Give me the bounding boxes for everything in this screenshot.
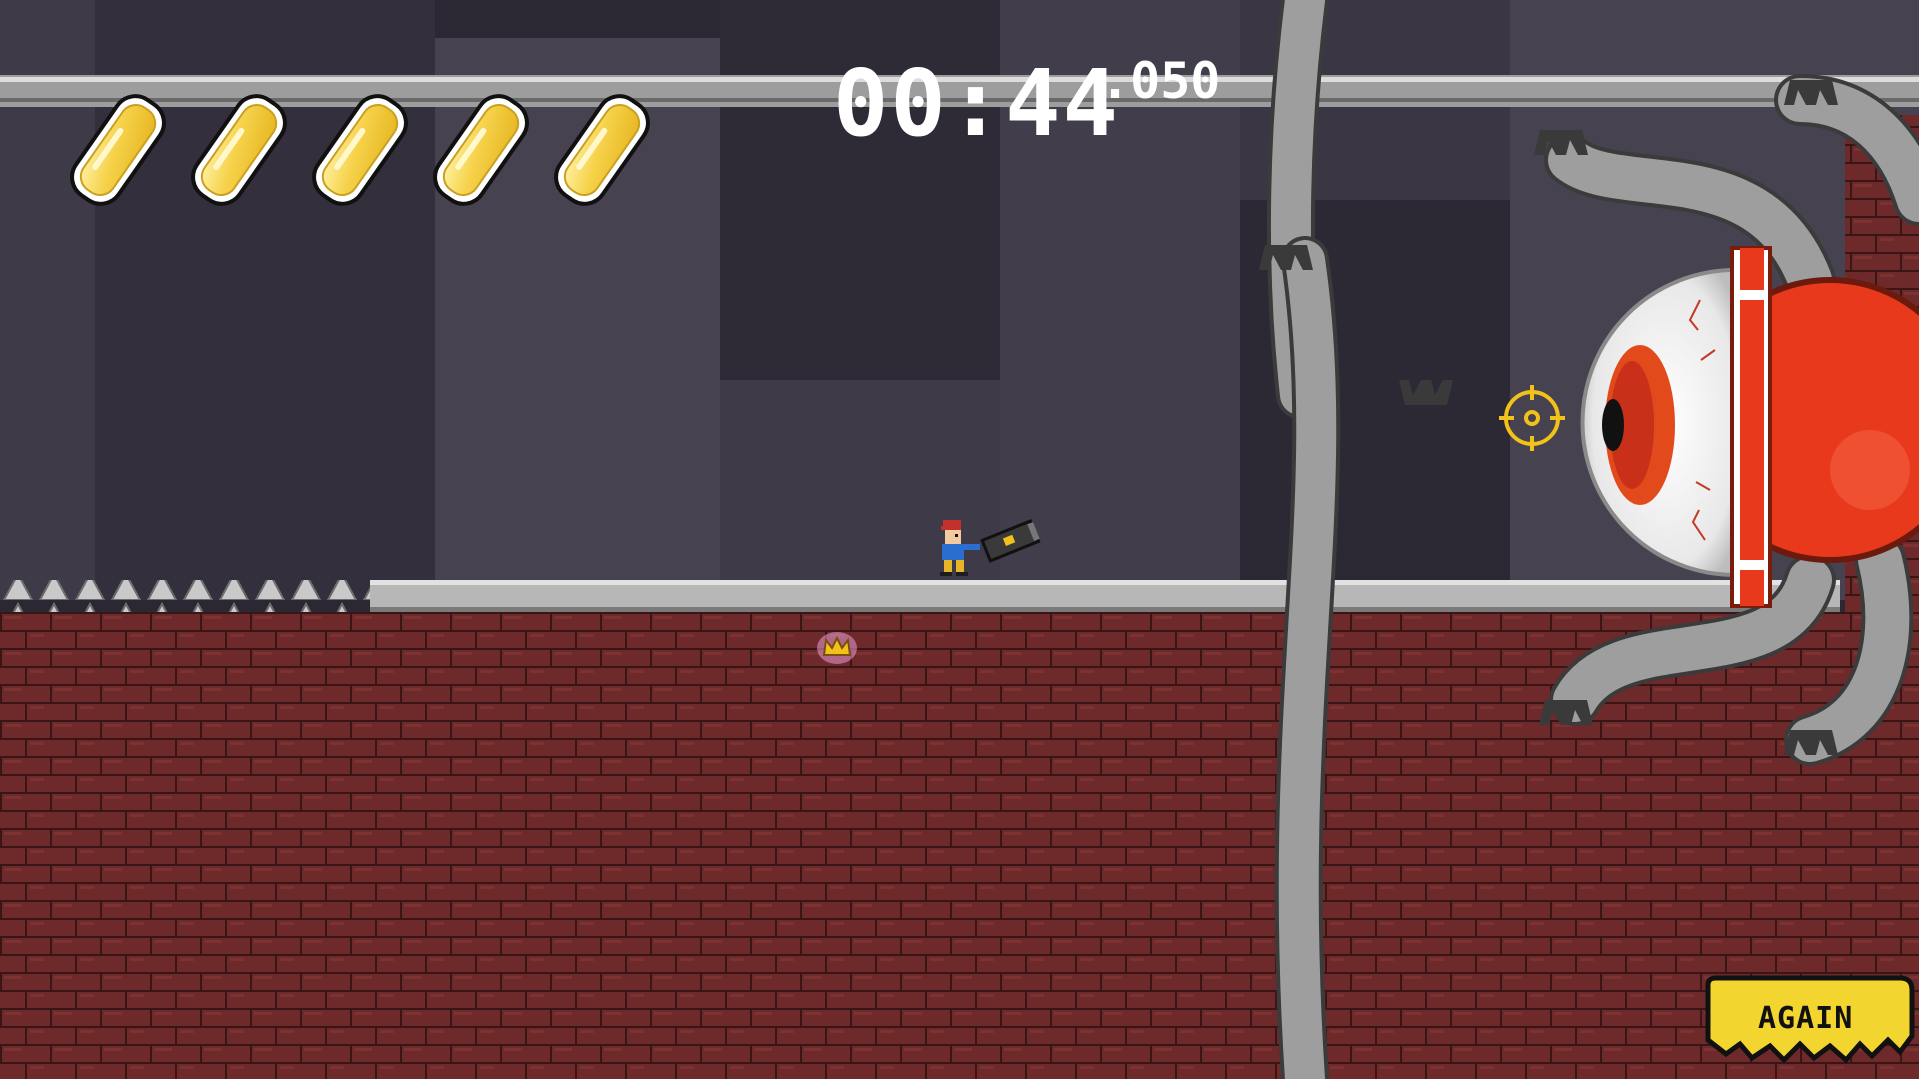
crown-icon	[817, 632, 857, 664]
again-button[interactable]: AGAIN	[1705, 975, 1915, 1064]
again-button-label: AGAIN	[1758, 1001, 1853, 1036]
game-scene: 00:44 .050 AGAIN	[0, 0, 1919, 1079]
timer-main: 00:44	[833, 50, 1120, 157]
floor-spikes	[0, 580, 370, 612]
timer-milliseconds: .050	[1100, 52, 1220, 110]
floor-platform	[370, 580, 1840, 612]
